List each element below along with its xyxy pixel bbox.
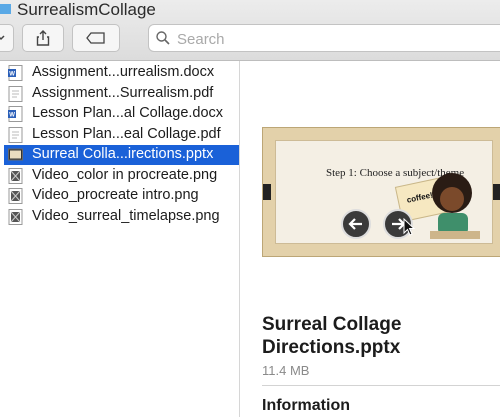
svg-text:W: W (9, 113, 15, 119)
image-file-icon (8, 188, 23, 204)
search-field[interactable] (148, 24, 500, 52)
file-row[interactable]: Lesson Plan...eal Collage.pdf (4, 125, 240, 145)
file-row[interactable]: Video_surreal_timelapse.png (4, 207, 240, 227)
slide-left-tab (263, 184, 271, 200)
file-name: Video_surreal_timelapse.png (32, 207, 220, 224)
info-divider (262, 385, 500, 386)
image-file-icon (8, 167, 23, 184)
chevron-down-icon (0, 35, 5, 41)
window-toolbar: SurrealismCollage (0, 0, 500, 61)
slide-right-tab (493, 184, 500, 200)
file-name: Lesson Plan...al Collage.docx (32, 105, 224, 121)
file-row[interactable]: Video_color in procreate.png (4, 166, 240, 186)
svg-text:W: W (9, 72, 15, 78)
file-row[interactable]: Assignment...Surrealism.pdf (4, 84, 240, 104)
share-button[interactable] (22, 24, 64, 52)
folder-icon (0, 4, 11, 14)
file-size: 11.4 MB (262, 363, 310, 378)
word-doc-icon: W (8, 65, 23, 81)
mouse-cursor-icon (403, 218, 415, 236)
window-title: SurrealismCollage (17, 0, 156, 19)
file-name: Lesson Plan...eal Collage.pdf (32, 125, 221, 142)
character-illustration (430, 173, 480, 239)
file-row[interactable]: W Assignment...urrealism.docx (4, 63, 240, 83)
file-name: Video_procreate intro.png (32, 187, 199, 203)
file-row[interactable]: Video_procreate intro.png (4, 186, 240, 206)
share-icon (36, 30, 50, 46)
previous-slide-button[interactable] (341, 209, 371, 239)
file-name: Assignment...urrealism.docx (32, 64, 215, 80)
word-doc-icon: W (8, 106, 23, 122)
file-name: Assignment...Surrealism.pdf (32, 84, 214, 101)
preview-pane: Step 1: Choose a subject/theme coffee! S… (240, 61, 500, 417)
file-title: Surreal Collage Directions.pptx (262, 314, 402, 358)
image-file-icon (8, 208, 23, 225)
powerpoint-icon (8, 147, 23, 163)
pdf-icon (8, 126, 23, 143)
search-icon (156, 31, 170, 45)
tag-button[interactable] (72, 24, 120, 52)
search-input[interactable] (175, 27, 499, 51)
view-toggle-button[interactable] (0, 24, 14, 52)
information-heading: Information (262, 397, 350, 414)
pdf-icon (8, 85, 23, 102)
arrow-left-icon (348, 218, 362, 230)
file-name: Surreal Colla...irections.pptx (32, 146, 214, 162)
file-list: W Assignment...urrealism.docx Assignment..… (0, 61, 240, 417)
slide-thumbnail[interactable]: Step 1: Choose a subject/theme coffee! (262, 127, 500, 257)
file-row[interactable]: W Lesson Plan...al Collage.docx (4, 104, 240, 124)
file-row[interactable]: Surreal Colla...irections.pptx (4, 145, 240, 165)
tag-icon (86, 32, 105, 44)
file-name: Video_color in procreate.png (32, 166, 218, 183)
